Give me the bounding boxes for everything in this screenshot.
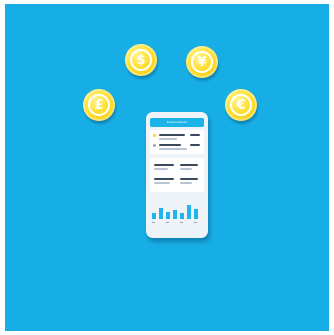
status-dot-yellow: [153, 134, 156, 137]
stats-subline: [154, 168, 168, 170]
yen-coin-icon: ¥: [191, 51, 213, 73]
stats-card: [150, 158, 204, 192]
chart-bar: [166, 212, 170, 219]
chart-tick-label: [166, 222, 169, 223]
chart-bar: [187, 205, 191, 219]
summary-subline: [159, 148, 187, 150]
summary-card: [150, 130, 204, 154]
app-header: Finance Report: [150, 118, 204, 127]
summary-value: [190, 134, 200, 136]
dollar-coin-icon: $: [130, 49, 152, 71]
chart-bar: [152, 213, 156, 219]
euro-coin-icon: €: [230, 94, 252, 116]
summary-line: [159, 134, 185, 136]
app-header-title: Finance Report: [166, 120, 188, 124]
chart-tick-label: [152, 222, 155, 223]
pound-coin: £: [83, 89, 115, 121]
photo-background: £ $ ¥ € Finance Report: [5, 4, 329, 331]
stats-subline: [154, 182, 170, 184]
chart-tick-label: [194, 222, 197, 223]
yen-coin: ¥: [186, 46, 218, 78]
summary-subline: [159, 138, 177, 140]
chart-tick-label: [180, 222, 183, 223]
pound-coin-icon: £: [88, 94, 110, 116]
status-dot-grey: [153, 144, 156, 147]
chart-bar: [159, 208, 163, 219]
chart-bar: [173, 210, 177, 219]
stats-line: [180, 178, 198, 180]
stats-subline: [180, 168, 192, 170]
stats-line: [180, 164, 198, 166]
stats-subline: [180, 182, 192, 184]
smartphone: Finance Report: [146, 112, 208, 238]
summary-value: [190, 144, 200, 146]
stats-line: [154, 164, 174, 166]
chart-bar: [194, 209, 198, 219]
dollar-coin: $: [125, 44, 157, 76]
stats-line: [154, 178, 174, 180]
euro-coin: €: [225, 89, 257, 121]
summary-line: [159, 144, 181, 146]
chart-bar: [180, 213, 184, 219]
